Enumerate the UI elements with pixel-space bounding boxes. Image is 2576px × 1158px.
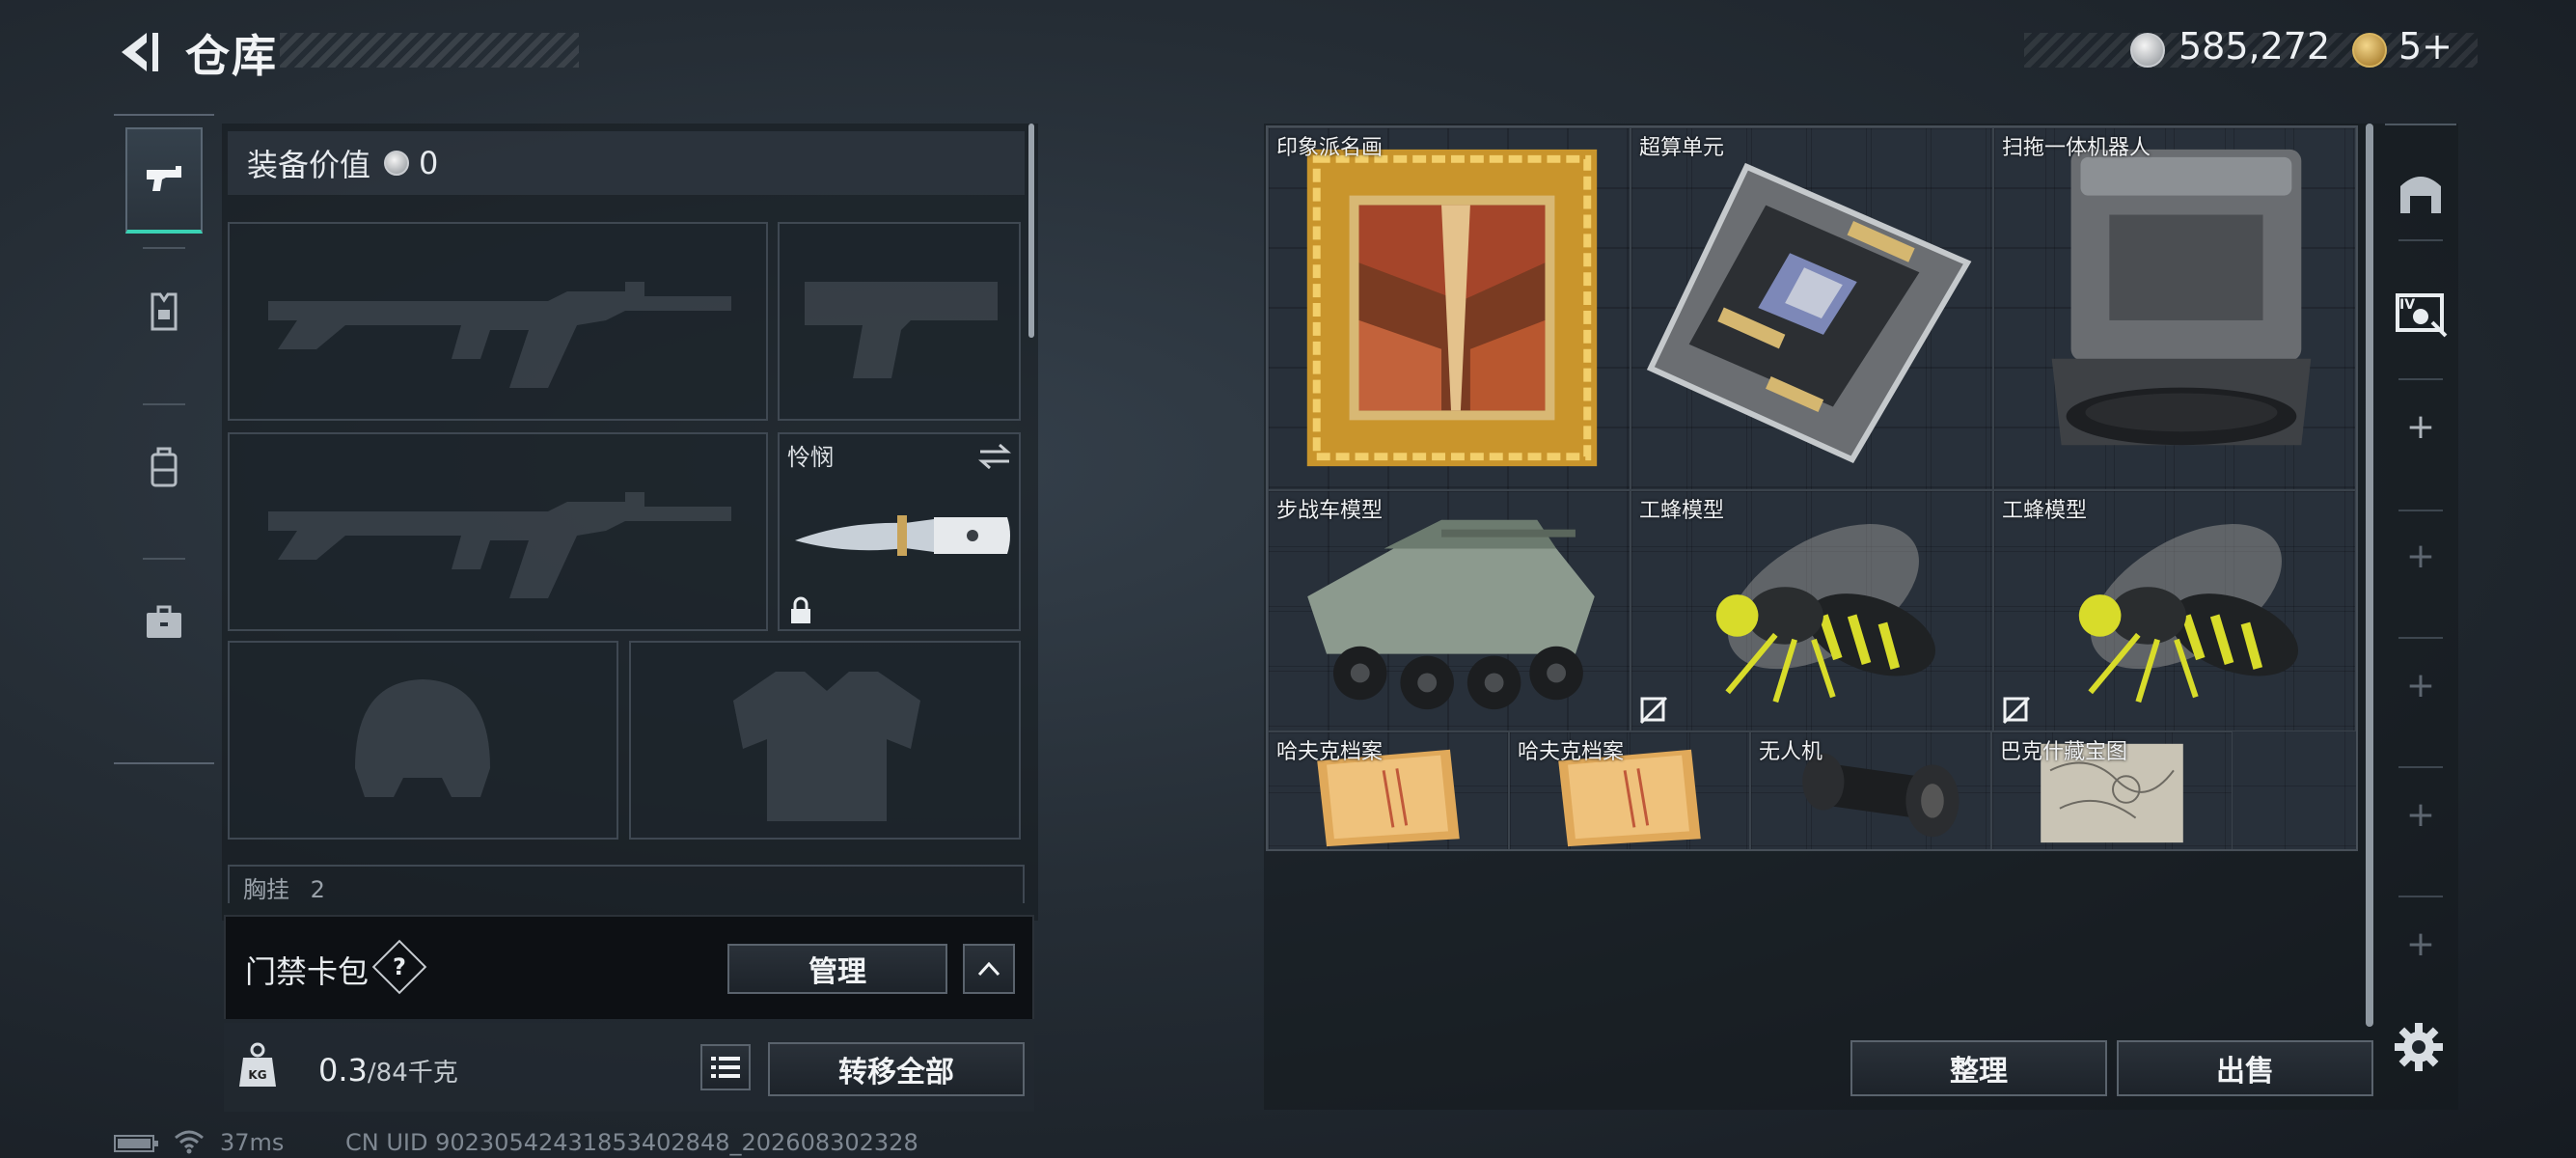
melee-weapon-name: 怜悯 xyxy=(787,444,834,471)
ifv-model-icon xyxy=(1307,519,1595,710)
storage-item[interactable]: 哈夫克档案 xyxy=(1268,731,1509,849)
rifle-silhouette-icon xyxy=(268,282,731,388)
add-storage-tab-button[interactable]: + xyxy=(2385,656,2456,714)
chevron-up-icon xyxy=(977,961,1000,977)
found-in-raid-icon xyxy=(2002,696,2031,725)
add-storage-tab-button[interactable]: + xyxy=(2385,786,2456,843)
storage-scrollbar[interactable] xyxy=(2366,124,2373,1027)
storage-grid: 印象派名画 超算单元 扫拖一体机器人 步战车模型 工蜂模型 工蜂模型 哈夫克档案… xyxy=(1266,125,2358,851)
item-name: 步战车模型 xyxy=(1276,499,1384,523)
item-name: 超算单元 xyxy=(1639,136,1725,160)
transfer-all-button[interactable]: 转移全部 xyxy=(768,1042,1025,1096)
uid-text: CN UID 90230542431853402848_202608302328 xyxy=(345,1129,918,1156)
item-name: 扫拖一体机器人 xyxy=(2002,136,2151,160)
rifle-silhouette-icon xyxy=(268,492,731,598)
back-arrow-icon[interactable] xyxy=(114,27,164,77)
loadout-category-tabs xyxy=(114,114,214,764)
storage-item[interactable]: 步战车模型 xyxy=(1268,490,1631,731)
silver-currency-amount: 585,272 xyxy=(2179,25,2331,68)
storage-item[interactable]: 工蜂模型 xyxy=(1631,490,1993,731)
silver-coin-icon xyxy=(384,151,410,176)
item-name: 工蜂模型 xyxy=(1639,499,1725,523)
tab-armor[interactable] xyxy=(125,259,203,365)
sort-button[interactable]: 整理 xyxy=(1850,1040,2107,1096)
item-name: 哈夫克档案 xyxy=(1518,740,1625,764)
found-in-raid-icon xyxy=(1639,696,1668,725)
silver-coin-icon xyxy=(2130,33,2165,68)
item-name: 哈夫克档案 xyxy=(1276,740,1384,764)
melee-weapon-slot[interactable]: 怜悯 xyxy=(778,432,1021,631)
armor-silhouette-icon xyxy=(733,672,920,821)
item-name: 巴克什藏宝图 xyxy=(2000,740,2128,764)
storage-item[interactable]: 工蜂模型 xyxy=(1993,490,2356,731)
svg-text:IV: IV xyxy=(2399,297,2415,313)
battery-icon xyxy=(114,1135,158,1152)
swap-arrows-icon[interactable] xyxy=(976,442,1013,471)
storage-item[interactable]: 扫拖一体机器人 xyxy=(1993,127,2356,490)
add-storage-tab-button[interactable]: + xyxy=(2385,915,2456,973)
add-storage-tab-button[interactable]: + xyxy=(2385,398,2456,455)
manage-button[interactable]: 管理 xyxy=(727,944,947,994)
compute-unit-icon xyxy=(1646,162,1972,463)
storage-item[interactable]: 无人机 xyxy=(1750,731,1991,849)
gold-coin-icon xyxy=(2352,33,2387,68)
keycard-wallet-label: 门禁卡包 xyxy=(245,953,370,990)
robot-vacuum-icon xyxy=(2051,149,2312,446)
storage-item[interactable]: 哈夫克档案 xyxy=(1509,731,1750,849)
helmet-slot[interactable] xyxy=(228,641,618,840)
storage-page-tabs: IV + + + + + xyxy=(2385,124,2456,1019)
page-title: 仓库 xyxy=(185,30,278,82)
backpack-icon xyxy=(151,447,178,487)
briefcase-icon xyxy=(147,605,181,638)
tab-backpack[interactable] xyxy=(125,415,203,521)
body-armor-slot[interactable] xyxy=(629,641,1021,840)
lock-icon xyxy=(791,596,810,623)
storage-item[interactable]: 印象派名画 xyxy=(1268,127,1631,490)
wasp-model-icon xyxy=(2078,524,2299,703)
vault-icon xyxy=(2400,177,2441,213)
storage-item[interactable]: 超算单元 xyxy=(1631,127,1993,490)
secondary-weapon-slot[interactable] xyxy=(778,222,1021,421)
chest-rig-count: 2 xyxy=(310,876,325,903)
item-name: 工蜂模型 xyxy=(2002,499,2088,523)
armor-vest-icon xyxy=(151,292,178,331)
title-decoration xyxy=(280,33,579,68)
pistol-icon xyxy=(147,166,181,191)
pistol-silhouette-icon xyxy=(805,282,998,378)
equipment-value-bar: 装备价值 0 xyxy=(228,131,1025,195)
framed-painting-icon xyxy=(1306,149,1598,467)
sell-button[interactable]: 出售 xyxy=(2117,1040,2373,1096)
collection-case-icon: IV xyxy=(2396,293,2448,338)
secondary-rifle-slot[interactable] xyxy=(228,432,768,631)
knife-item-icon xyxy=(795,515,1010,556)
ping-text: 37ms xyxy=(220,1129,285,1156)
weight-icon: KG xyxy=(239,1042,276,1087)
primary-weapon-slot[interactable] xyxy=(228,222,768,421)
gear-icon[interactable] xyxy=(2393,1021,2445,1073)
tab-storage-home[interactable] xyxy=(2385,154,2456,228)
equipment-value: 0 xyxy=(419,145,439,181)
carry-weight: 0.3/84千克 xyxy=(318,1052,458,1089)
chest-rig-label: 胸挂 xyxy=(243,876,289,903)
equipment-value-label: 装备价值 xyxy=(247,147,371,183)
storage-item[interactable]: 巴克什藏宝图 xyxy=(1991,731,2233,849)
svg-text:KG: KG xyxy=(248,1068,266,1082)
helmet-silhouette-icon xyxy=(355,679,490,797)
tab-cases[interactable] xyxy=(125,569,203,676)
expand-button[interactable] xyxy=(963,944,1015,994)
gold-currency-amount[interactable]: 5+ xyxy=(2398,25,2453,68)
add-storage-tab-button[interactable]: + xyxy=(2385,527,2456,585)
equipment-scrollbar[interactable] xyxy=(1028,124,1034,338)
tab-weapons[interactable] xyxy=(125,127,203,234)
wasp-model-icon xyxy=(1715,524,1936,703)
item-name: 印象派名画 xyxy=(1276,136,1384,160)
tab-collection[interactable]: IV xyxy=(2385,268,2456,353)
chest-rig-row[interactable]: 胸挂 2 xyxy=(228,865,1025,903)
item-name: 无人机 xyxy=(1759,740,1823,764)
wifi-icon xyxy=(175,1130,204,1154)
list-icon xyxy=(711,1057,740,1078)
list-view-button[interactable] xyxy=(700,1044,751,1090)
